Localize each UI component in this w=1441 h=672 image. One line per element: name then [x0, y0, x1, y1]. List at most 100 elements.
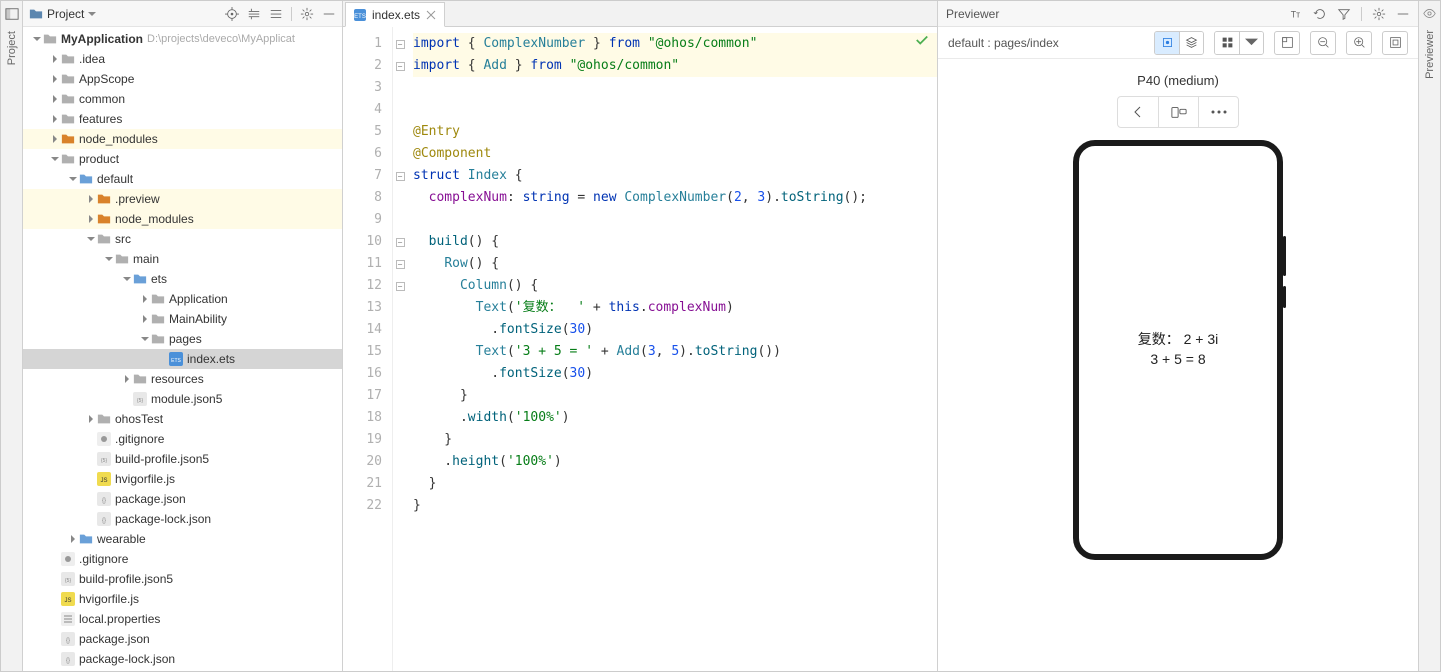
code-line[interactable]: .width('100%') — [413, 407, 937, 429]
tree-arrow-icon[interactable] — [139, 333, 151, 345]
tree-item-hvigorfile-js[interactable]: JShvigorfile.js — [23, 469, 342, 489]
tree-item-myapplication[interactable]: MyApplication D:\projects\deveco\MyAppli… — [23, 29, 342, 49]
tree-item-index-ets[interactable]: ETSindex.ets — [23, 349, 342, 369]
device-screen[interactable]: 复数： 2 + 3i 3 + 5 = 8 — [1138, 330, 1219, 369]
tree-item-package-json[interactable]: {}package.json — [23, 489, 342, 509]
tree-item-src[interactable]: src — [23, 229, 342, 249]
zoom-out-icon[interactable] — [1310, 31, 1336, 55]
refresh-icon[interactable] — [1313, 7, 1327, 21]
code-editor[interactable]: 12345678910111213141516171819202122 −−−−… — [343, 27, 937, 671]
code-line[interactable] — [413, 209, 937, 231]
previewer-settings-icon[interactable] — [1372, 7, 1386, 21]
code-line[interactable]: Row() { — [413, 253, 937, 275]
tree-item-ets[interactable]: ets — [23, 269, 342, 289]
tree-arrow-icon[interactable] — [67, 533, 79, 545]
tree-item-hvigorfile-js[interactable]: JShvigorfile.js — [23, 589, 342, 609]
font-toggle-icon[interactable]: Tт — [1289, 7, 1303, 21]
code-line[interactable]: } — [413, 495, 937, 517]
tree-item--gitignore[interactable]: .gitignore — [23, 429, 342, 449]
filter-icon[interactable] — [1337, 7, 1351, 21]
code-line[interactable]: struct Index { — [413, 165, 937, 187]
tree-arrow-icon[interactable] — [139, 293, 151, 305]
tree-arrow-icon[interactable] — [139, 313, 151, 325]
tree-item--gitignore[interactable]: .gitignore — [23, 549, 342, 569]
project-tab[interactable]: Project — [6, 25, 18, 71]
tree-item-product[interactable]: product — [23, 149, 342, 169]
tree-arrow-icon[interactable] — [85, 193, 97, 205]
tree-item-wearable[interactable]: wearable — [23, 529, 342, 549]
fold-column[interactable]: −−−−−− — [393, 27, 407, 671]
tree-arrow-icon[interactable] — [85, 213, 97, 225]
tree-item-package-lock-json[interactable]: {}package-lock.json — [23, 649, 342, 669]
previewer-tab[interactable]: Previewer — [1424, 24, 1436, 85]
tree-item--preview[interactable]: .preview — [23, 189, 342, 209]
device-more-button[interactable] — [1198, 97, 1238, 127]
code-line[interactable]: import { Add } from "@ohos/common" — [413, 55, 937, 77]
tree-arrow-icon[interactable] — [121, 273, 133, 285]
editor-tab-index[interactable]: ETS index.ets — [345, 2, 445, 27]
tree-item-appscope[interactable]: AppScope — [23, 69, 342, 89]
code-line[interactable]: } — [413, 429, 937, 451]
preview-grid-icon[interactable] — [1215, 32, 1239, 54]
code-body[interactable]: import { ComplexNumber } from "@ohos/com… — [407, 27, 937, 671]
close-tab-icon[interactable] — [426, 10, 436, 20]
tree-item-resources[interactable]: resources — [23, 369, 342, 389]
code-line[interactable]: Text('3 + 5 = ' + Add(3, 5).toString()) — [413, 341, 937, 363]
tree-item-default[interactable]: default — [23, 169, 342, 189]
tree-arrow-icon[interactable] — [67, 173, 79, 185]
previewer-hide-icon[interactable] — [1396, 7, 1410, 21]
expand-all-icon[interactable] — [247, 7, 261, 21]
code-line[interactable] — [413, 99, 937, 121]
tree-item-main[interactable]: main — [23, 249, 342, 269]
tree-arrow-icon[interactable] — [49, 53, 61, 65]
code-line[interactable]: import { ComplexNumber } from "@ohos/com… — [413, 33, 937, 55]
tree-item-build-profile-json5[interactable]: {5}build-profile.json5 — [23, 569, 342, 589]
preview-mode-inspect[interactable] — [1155, 32, 1179, 54]
tree-arrow-icon[interactable] — [121, 373, 133, 385]
code-line[interactable]: Column() { — [413, 275, 937, 297]
code-line[interactable]: .fontSize(30) — [413, 363, 937, 385]
code-line[interactable]: @Component — [413, 143, 937, 165]
tree-item-mainability[interactable]: MainAbility — [23, 309, 342, 329]
code-line[interactable]: .height('100%') — [413, 451, 937, 473]
collapse-all-icon[interactable] — [269, 7, 283, 21]
tree-arrow-icon[interactable] — [49, 133, 61, 145]
preview-grid-dropdown-icon[interactable] — [1239, 32, 1263, 54]
tree-item-common[interactable]: common — [23, 89, 342, 109]
settings-icon[interactable] — [300, 7, 314, 21]
tree-arrow-icon[interactable] — [49, 93, 61, 105]
code-line[interactable]: complexNum: string = new ComplexNumber(2… — [413, 187, 937, 209]
code-line[interactable]: build() { — [413, 231, 937, 253]
tree-item-features[interactable]: features — [23, 109, 342, 129]
code-line[interactable] — [413, 77, 937, 99]
tree-arrow-icon[interactable] — [103, 253, 115, 265]
fullscreen-icon[interactable] — [1382, 31, 1408, 55]
preview-mode-layers[interactable] — [1179, 32, 1203, 54]
code-line[interactable]: } — [413, 473, 937, 495]
tree-arrow-icon[interactable] — [49, 73, 61, 85]
tree-item-ohostest[interactable]: ohosTest — [23, 409, 342, 429]
zoom-in-icon[interactable] — [1346, 31, 1372, 55]
tree-arrow-icon[interactable] — [49, 113, 61, 125]
tree-item-node-modules[interactable]: node_modules — [23, 129, 342, 149]
hide-icon[interactable] — [322, 7, 336, 21]
tree-item-local-properties[interactable]: local.properties — [23, 609, 342, 629]
tree-item--idea[interactable]: .idea — [23, 49, 342, 69]
code-line[interactable]: } — [413, 385, 937, 407]
tree-arrow-icon[interactable] — [49, 153, 61, 165]
tree-item-package-lock-json[interactable]: {}package-lock.json — [23, 509, 342, 529]
code-line[interactable]: Text('复数： ' + this.complexNum) — [413, 297, 937, 319]
locate-icon[interactable] — [225, 7, 239, 21]
project-tree[interactable]: MyApplication D:\projects\deveco\MyAppli… — [23, 27, 342, 671]
tree-arrow-icon[interactable] — [85, 413, 97, 425]
tree-item-module-json5[interactable]: {5}module.json5 — [23, 389, 342, 409]
tree-arrow-icon[interactable] — [85, 233, 97, 245]
device-back-button[interactable] — [1118, 97, 1158, 127]
code-line[interactable]: @Entry — [413, 121, 937, 143]
device-rotate-button[interactable] — [1158, 97, 1198, 127]
tree-item-node-modules[interactable]: node_modules — [23, 209, 342, 229]
tree-item-pages[interactable]: pages — [23, 329, 342, 349]
preview-aspect-icon[interactable] — [1274, 31, 1300, 55]
tree-arrow-icon[interactable] — [31, 33, 43, 45]
tree-item-build-profile-json5[interactable]: {5}build-profile.json5 — [23, 449, 342, 469]
